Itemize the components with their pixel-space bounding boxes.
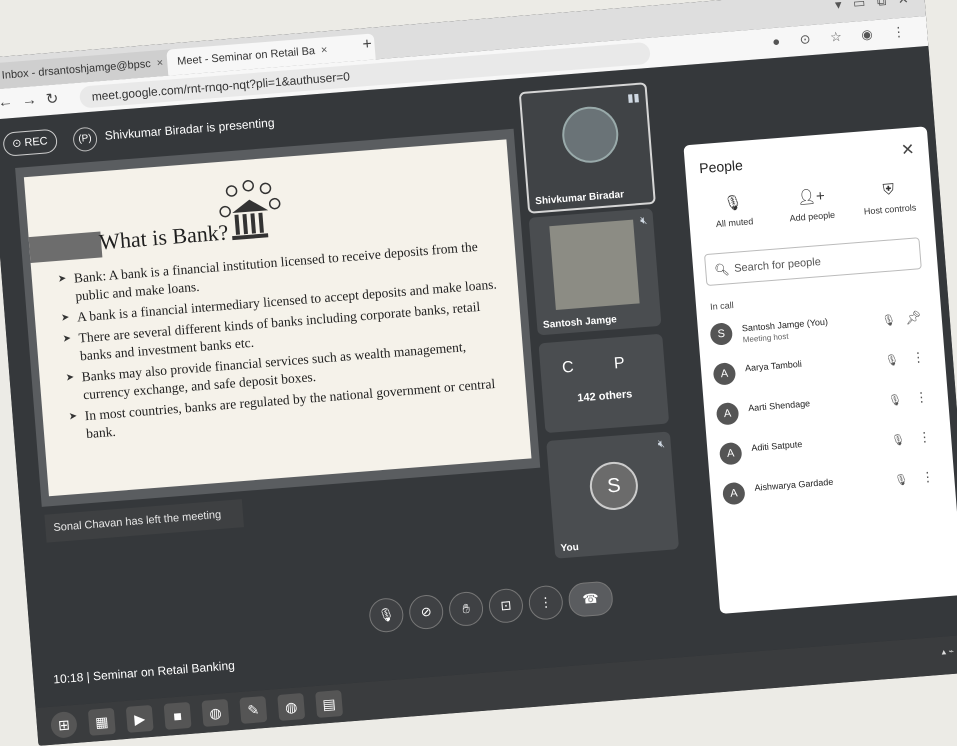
- search-placeholder: Search for people: [733, 256, 822, 275]
- participant-name: Aishwarya Gardade: [754, 476, 834, 493]
- close-icon[interactable]: ✕: [900, 139, 915, 160]
- reload-icon[interactable]: ↻: [45, 89, 59, 108]
- add-people-action[interactable]: 👤︎+ Add people: [771, 185, 851, 225]
- participant-name: Aarya Tamboli: [744, 358, 803, 374]
- window-controls[interactable]: ▾ ▭ ⧉ ✕: [834, 0, 913, 13]
- pdf-reader-icon[interactable]: ✎: [239, 695, 268, 724]
- participant-avatar: A: [715, 401, 740, 426]
- presenting-text: Shivkumar Biradar is presenting: [104, 115, 275, 143]
- present-button[interactable]: ⊡: [487, 587, 525, 625]
- tab-label: Meet - Seminar on Retail Ba: [176, 45, 316, 68]
- presenter-avatar: (P): [72, 126, 98, 153]
- chrome-icon[interactable]: ◍: [201, 698, 230, 727]
- more-options-icon[interactable]: ⋮: [917, 429, 931, 446]
- tab-close-icon[interactable]: ×: [321, 44, 328, 56]
- speaking-icon: ▮▮: [626, 91, 640, 105]
- mic-off-icon[interactable]: 🎙︎: [888, 393, 903, 407]
- self-avatar: S: [588, 460, 640, 512]
- action-label: All muted: [715, 216, 754, 230]
- forward-icon[interactable]: →: [21, 91, 37, 109]
- meet-stage: ⊙ REC (P) Shivkumar Biradar is presenting…: [0, 45, 957, 709]
- mic-off-icon: 🔇︎: [639, 214, 648, 228]
- all-muted-action[interactable]: 🎙︎ All muted: [693, 191, 773, 231]
- host-controls-action[interactable]: ⛨ Host controls: [849, 178, 929, 217]
- people-panel-title: People: [698, 156, 744, 177]
- people-search-input[interactable]: 🔍︎ Search for people: [703, 237, 922, 287]
- participant-name: Santosh Jamge (You): [741, 316, 829, 334]
- camera-toggle-button[interactable]: ⊘: [407, 593, 445, 631]
- add-person-icon: 👤︎+: [796, 187, 826, 207]
- participant-avatar: A: [712, 362, 737, 386]
- participant-name: You: [560, 541, 580, 555]
- mic-off-icon[interactable]: 🎙︎: [884, 353, 900, 367]
- shared-screen: What is Bank? Bank: A bank is a financia…: [15, 128, 541, 507]
- record-icon: ⊙: [11, 137, 22, 151]
- chrome-icon[interactable]: ◍: [277, 692, 306, 721]
- in-call-section-label: In call: [709, 300, 734, 312]
- call-controls: 🎙︎ ⊘ ✋︎ ⊡ ⋮ ☎︎: [368, 574, 640, 635]
- more-options-button[interactable]: ⋮: [527, 584, 565, 621]
- shield-key-icon: ⛨: [882, 181, 895, 199]
- self-tile[interactable]: S 🔇︎ You: [546, 431, 680, 559]
- slide-banner-decoration: [28, 231, 103, 264]
- leave-call-button[interactable]: ☎︎: [567, 580, 614, 618]
- bank-building-icon: [219, 179, 281, 241]
- others-count: 142 others: [576, 388, 633, 405]
- camera-app-icon[interactable]: ■: [163, 701, 192, 730]
- mic-off-icon[interactable]: 🎙︎: [894, 473, 909, 487]
- rec-label: REC: [23, 135, 49, 150]
- mic-off-icon[interactable]: 🎙︎: [881, 313, 896, 327]
- notification-toast: Sonal Chavan has left the meeting: [44, 499, 244, 543]
- mic-off-icon: 🎙︎: [722, 194, 744, 213]
- participant-role: Meeting host: [742, 331, 789, 345]
- action-label: Host controls: [863, 202, 917, 217]
- participant-avatar: S: [709, 322, 734, 346]
- recording-badge: ⊙ REC: [2, 128, 58, 157]
- participant-name: Santosh Jamge: [542, 314, 618, 331]
- mic-off-icon: 🔇︎: [657, 437, 666, 451]
- presentation-slide: What is Bank? Bank: A bank is a financia…: [23, 139, 532, 497]
- start-button-icon[interactable]: ⊞: [49, 710, 78, 739]
- screen: Inbox - drsantoshjamge@bpsc × Meet - Semi…: [0, 0, 957, 746]
- mic-toggle-button[interactable]: 🎙︎: [368, 596, 405, 634]
- others-initials: C P: [561, 353, 644, 377]
- participant-avatar: A: [718, 441, 743, 466]
- pin-icon[interactable]: 📌︎: [905, 309, 923, 326]
- action-label: Add people: [789, 209, 836, 224]
- participant-tile[interactable]: ▮▮ Shivkumar Biradar: [518, 82, 656, 214]
- meeting-info: 10:18 | Seminar on Retail Banking: [52, 658, 236, 687]
- participant-avatar: [560, 104, 621, 165]
- participant-avatar: A: [722, 481, 746, 506]
- tab-close-icon[interactable]: ×: [156, 57, 163, 69]
- media-player-icon[interactable]: ▶: [125, 704, 154, 733]
- mic-off-icon[interactable]: 🎙︎: [891, 433, 906, 447]
- notepad-icon[interactable]: ▤: [315, 689, 344, 718]
- new-tab-button[interactable]: +: [362, 36, 373, 55]
- back-icon[interactable]: ←: [0, 93, 14, 111]
- more-options-icon[interactable]: ⋮: [911, 349, 925, 366]
- participant-tile[interactable]: 🔇︎ Santosh Jamge: [528, 208, 662, 336]
- people-panel: People ✕ 🎙︎ All muted 👤︎+ Add people ⛨ H…: [683, 126, 957, 614]
- participant-row[interactable]: A Aishwarya Gardade 🎙︎ ⋮: [722, 462, 946, 511]
- system-tray[interactable]: ▴ ⌁ ◔: [941, 645, 957, 658]
- participant-name: Shivkumar Biradar: [534, 189, 625, 208]
- search-icon: 🔍︎: [713, 262, 731, 278]
- raise-hand-button[interactable]: ✋︎: [447, 590, 485, 628]
- participant-video: [549, 219, 640, 310]
- participant-name: Aditi Satpute: [750, 439, 803, 454]
- more-options-icon[interactable]: ⋮: [921, 469, 935, 486]
- more-options-icon[interactable]: ⋮: [914, 389, 928, 406]
- others-tile[interactable]: C P 142 others: [538, 333, 670, 434]
- slide-title: What is Bank?: [98, 219, 230, 255]
- slide-bullet-list: Bank: A bank is a financial institution …: [57, 236, 520, 448]
- address-bar-icons[interactable]: ● ⊙ ☆ ◉ ⋮: [772, 23, 914, 50]
- presenting-banner: (P) Shivkumar Biradar is presenting: [72, 111, 275, 153]
- participant-name: Aarti Shendage: [747, 398, 811, 414]
- file-explorer-icon[interactable]: ▦: [87, 707, 116, 736]
